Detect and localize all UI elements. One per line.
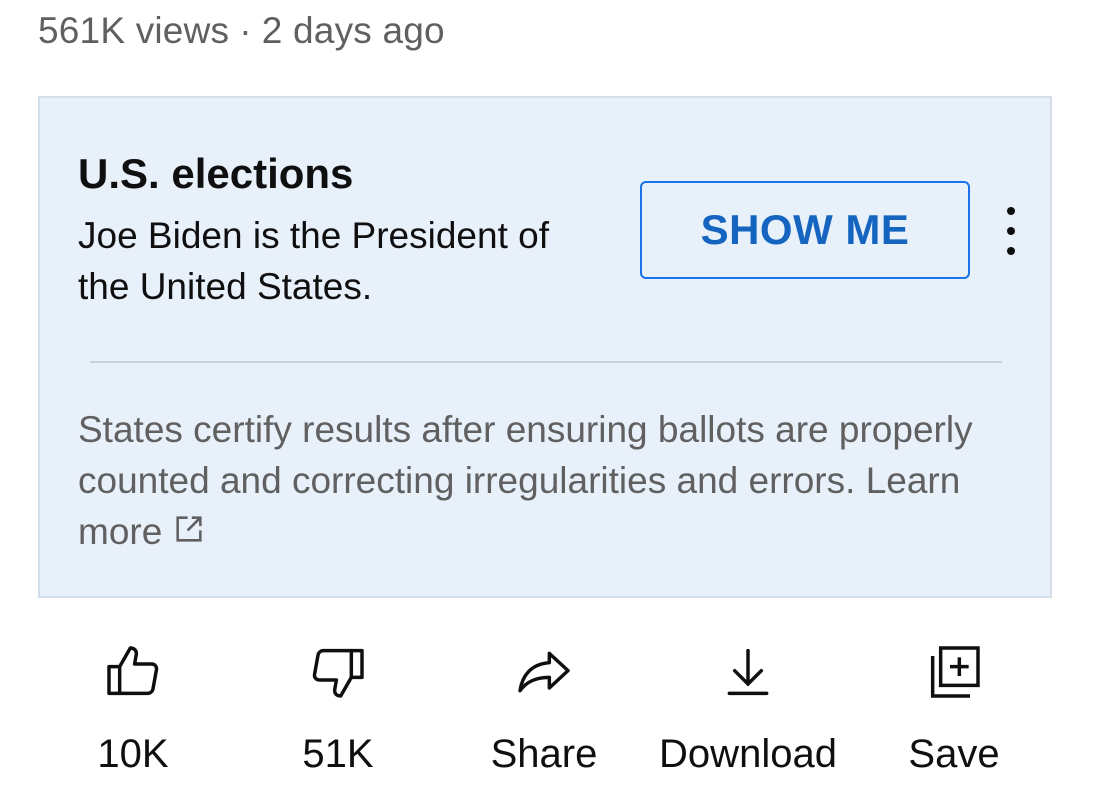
share-label: Share [490,732,598,776]
save-icon [930,646,980,698]
like-count: 10K [97,732,169,776]
thumb-up-icon [107,646,159,696]
show-me-button[interactable]: SHOW ME [640,181,970,279]
like-button[interactable]: 10K [33,640,233,790]
save-button[interactable]: Save [854,640,1054,790]
info-panel-body: Joe Biden is the President of the United… [78,215,550,307]
share-button[interactable]: Share [444,640,644,790]
save-label: Save [908,732,1000,776]
download-icon [727,648,769,696]
video-actions-bar: 10K 51K Share Download Save [0,640,1100,790]
meta-separator: · [239,10,252,51]
note-text: States certify results after ensuring ba… [78,409,973,501]
election-info-panel: U.S. elections Joe Biden is the Presiden… [38,96,1052,598]
upload-age: 2 days ago [261,10,445,51]
more-options-icon[interactable] [996,207,1026,255]
info-panel-note: States certify results after ensuring ba… [78,404,1018,557]
external-link-icon [176,516,202,542]
share-icon [518,651,570,693]
dislike-count: 51K [302,732,374,776]
download-label: Download [659,732,837,776]
download-button[interactable]: Download [648,640,848,790]
video-meta: 561K views · 2 days ago [38,10,445,52]
panel-divider [90,361,1002,363]
dislike-button[interactable]: 51K [238,640,438,790]
info-panel-title: U.S. elections [78,150,354,197]
thumb-down-icon [312,648,364,698]
view-count: 561K views [38,10,230,51]
